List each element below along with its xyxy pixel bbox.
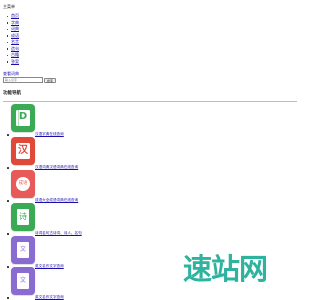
list-bullet [7, 167, 9, 169]
search-label[interactable]: 查看词典 [3, 71, 19, 76]
page: 主菜单 首页 字典 词典 成语 名言 造句 古籍 答案 查看词典 搜索 功能导航 [0, 0, 300, 300]
search-input[interactable] [3, 77, 43, 83]
function-item-chengyu: 成语 成语大全成语词典在线查询 [6, 170, 146, 203]
watermark-char: 网 [239, 252, 268, 286]
han-character-glyph: 汉 [18, 145, 28, 156]
list-bullet [7, 297, 9, 299]
nav-link-chengyu[interactable]: 成语 [11, 33, 19, 38]
function-link-cidian[interactable]: 汉 汉语词典汉语词典在线查询 [11, 137, 146, 170]
function-link-chengyu[interactable]: 成语 成语大全成语词典在线查询 [11, 170, 146, 203]
search-form: 搜索 [3, 77, 57, 83]
poetry-glyph: 诗 [19, 212, 27, 221]
function-link-article-2[interactable]: 文 英文名作文字查询 [11, 267, 146, 300]
section-title: 功能导航 [3, 91, 21, 96]
watermark-text: 速站网 [183, 252, 268, 286]
watermark-logo: 速站网 [183, 252, 268, 286]
function-item-article-2: 文 英文名作文字查询 [6, 267, 146, 300]
function-label-article-2: 英文名作文字查询 [35, 295, 64, 299]
nav-link-home[interactable]: 首页 [11, 13, 19, 18]
dictionary-d-glyph: D [18, 111, 28, 122]
function-item-shici: 诗 诗词名句古诗词、诗人、名句 [6, 203, 146, 236]
divider [3, 101, 297, 102]
list-bullet [7, 134, 9, 136]
search-button[interactable]: 搜索 [44, 77, 57, 83]
function-item-article-1: 文 英文名作文字查询 [6, 236, 146, 269]
main-menu-link[interactable]: 主菜单 [3, 4, 15, 9]
idiom-glyph: 成语 [18, 181, 28, 186]
article-glyph: 文 [19, 277, 26, 284]
nav-list: 首页 字典 词典 成语 名言 造句 古籍 答案 [6, 13, 19, 65]
nav-link-mingyan[interactable]: 名言 [11, 39, 19, 44]
nav-item-daan: 答案 [6, 59, 19, 66]
function-item-zidian: D 汉语字典在线查询 [6, 104, 146, 137]
nav-link-cidian[interactable]: 词典 [11, 26, 19, 31]
function-link-article-1[interactable]: 文 英文名作文字查询 [11, 236, 146, 269]
nav-link-guji[interactable]: 古籍 [11, 52, 19, 57]
function-item-cidian: 汉 汉语词典汉语词典在线查询 [6, 137, 146, 170]
watermark-char: 站 [211, 252, 240, 286]
list-bullet [7, 200, 9, 202]
article-glyph: 文 [19, 246, 26, 253]
list-bullet [7, 233, 9, 235]
watermark-char: 速 [183, 252, 212, 286]
function-link-shici[interactable]: 诗 诗词名句古诗词、诗人、名句 [11, 203, 146, 236]
nav-link-daan[interactable]: 答案 [11, 59, 19, 64]
function-link-zidian[interactable]: D 汉语字典在线查询 [11, 104, 146, 137]
nav-link-zaoju[interactable]: 造句 [11, 46, 19, 51]
nav-link-zidian[interactable]: 字典 [11, 20, 19, 25]
